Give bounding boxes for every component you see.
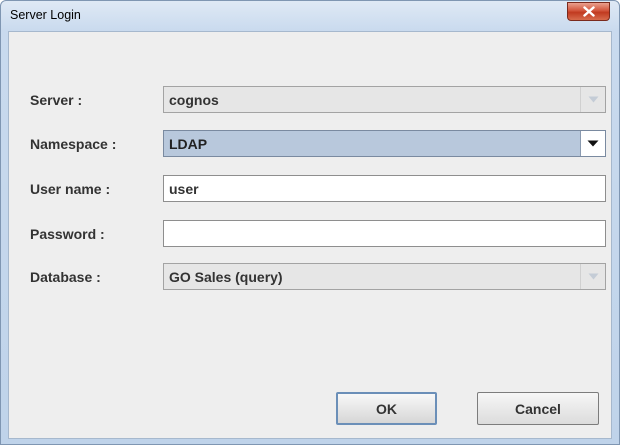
username-row: User name : [9, 175, 611, 203]
window-title: Server Login [10, 8, 81, 22]
database-label: Database : [30, 269, 101, 285]
database-select[interactable]: GO Sales (query) [163, 263, 606, 290]
chevron-down-icon [588, 273, 598, 280]
database-dropdown-button[interactable] [580, 264, 605, 289]
cancel-button[interactable]: Cancel [477, 392, 599, 425]
server-label: Server : [30, 92, 83, 108]
close-button[interactable] [567, 2, 610, 21]
namespace-dropdown-button[interactable] [580, 131, 605, 156]
namespace-label: Namespace : [30, 136, 117, 152]
server-login-dialog: Server Login Server : cognos Namespace : [0, 0, 620, 445]
server-select[interactable]: cognos [163, 86, 606, 113]
server-value: cognos [169, 92, 219, 108]
password-label: Password : [30, 226, 105, 242]
chevron-down-icon [587, 140, 599, 147]
close-icon [582, 6, 595, 17]
password-row: Password : [9, 220, 611, 248]
database-value: GO Sales (query) [169, 269, 283, 285]
ok-button[interactable]: OK [336, 392, 437, 425]
namespace-value: LDAP [169, 136, 208, 152]
server-row: Server : cognos [9, 86, 611, 114]
password-field[interactable] [163, 220, 606, 247]
namespace-row: Namespace : LDAP [9, 130, 611, 158]
dialog-body: Server : cognos Namespace : LDAP User na… [8, 31, 612, 439]
username-field[interactable] [163, 175, 606, 202]
title-bar[interactable]: Server Login [1, 1, 619, 31]
database-row: Database : GO Sales (query) [9, 263, 611, 291]
username-label: User name : [30, 181, 111, 197]
namespace-select[interactable]: LDAP [163, 130, 606, 157]
chevron-down-icon [588, 96, 598, 103]
server-dropdown-button[interactable] [580, 87, 605, 112]
